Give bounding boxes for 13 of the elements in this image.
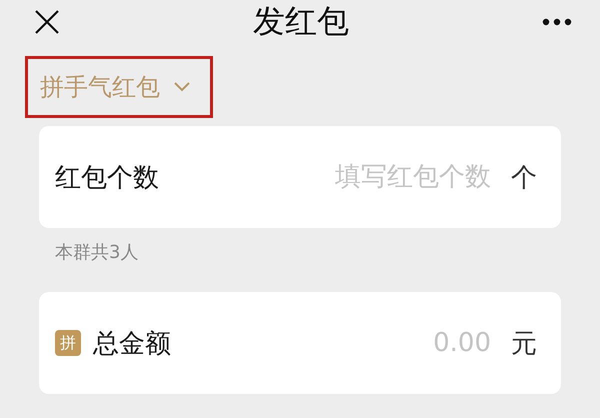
close-icon bbox=[34, 9, 60, 35]
group-member-note: 本群共3人 bbox=[55, 241, 140, 264]
chevron-down-icon bbox=[174, 82, 190, 92]
count-unit: 个 bbox=[511, 162, 537, 194]
more-icon bbox=[542, 18, 572, 26]
packet-type-dropdown[interactable]: 拼手气红包 bbox=[25, 56, 213, 118]
count-label: 红包个数 bbox=[55, 162, 159, 194]
page-title: 发红包 bbox=[253, 1, 349, 42]
lucky-badge: 拼 bbox=[55, 330, 81, 356]
count-input[interactable]: 填写红包个数 bbox=[159, 161, 493, 193]
amount-unit: 元 bbox=[511, 328, 537, 360]
amount-label: 总金额 bbox=[93, 328, 171, 360]
amount-input[interactable]: 0.00 bbox=[171, 327, 493, 359]
